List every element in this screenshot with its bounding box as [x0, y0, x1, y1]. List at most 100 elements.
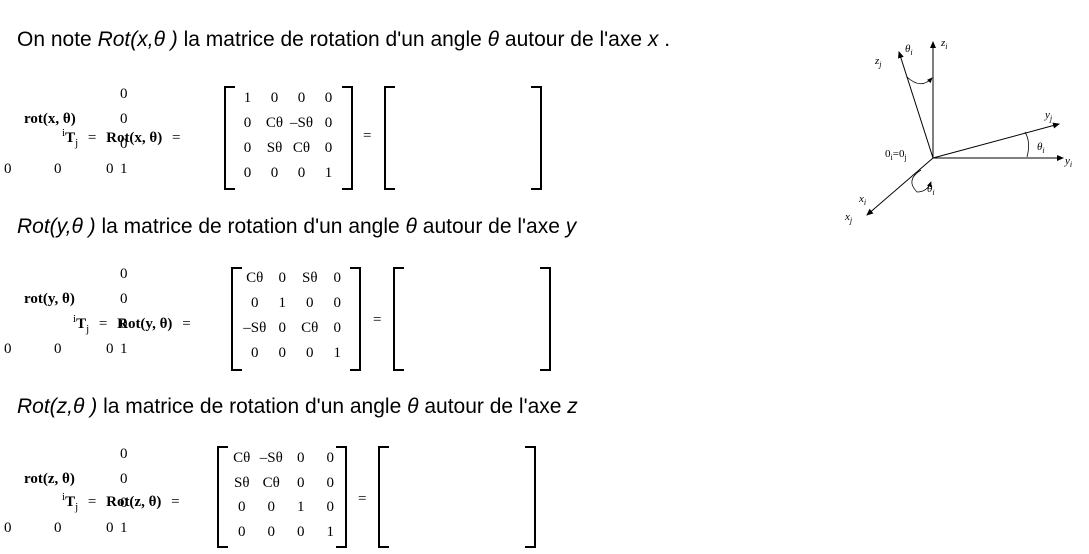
matrix-cells: Cθ 0 Sθ 0 0 1 0 0 –Sθ 0 Cθ 0 0 0 0 1	[241, 268, 351, 368]
matrix-cell: 0	[324, 115, 333, 131]
intro-rot: Rot(x,θ )	[97, 28, 178, 51]
block-bottom-cell: 0	[106, 341, 114, 357]
equals-sign: =	[363, 128, 372, 144]
matrix-cell: 0	[270, 90, 279, 106]
x-i-label: xi	[858, 193, 866, 207]
equals-sign: =	[358, 491, 367, 507]
block-left-bracket	[378, 446, 389, 548]
matrix-cell: 0	[267, 523, 276, 540]
matrix-cell: 0	[278, 345, 287, 361]
block-bottom-cell: 0	[106, 519, 114, 536]
matrix-cell: 1	[278, 295, 287, 311]
matrix-cell: 0	[324, 90, 333, 106]
rot-z-axis: z	[567, 395, 578, 418]
matrix-cell: 0	[306, 345, 314, 361]
rot-z-theta: θ	[407, 395, 419, 418]
matrix-cell: 1	[297, 499, 305, 515]
block-bottom-cell: 0	[54, 341, 62, 357]
block-column-cell: 0	[120, 266, 128, 282]
matrix-cell: 0	[238, 523, 246, 540]
matrix-cell: Cθ	[233, 450, 251, 466]
matrix-cell: 0	[297, 523, 305, 540]
z-j-label: zj	[874, 55, 882, 69]
lhs-sub: j	[75, 501, 79, 513]
equals-sign: =	[373, 312, 382, 328]
theta-arc-top	[906, 76, 933, 85]
rotation-axes-diagram: θi zi zj yj θi yi 0i=0j θi xi xj	[844, 37, 1072, 225]
block-bottom-cell: 0	[54, 519, 62, 536]
rot-y-line: Rot(y,θ ) la matrice de rotation d'un an…	[17, 216, 576, 237]
x-axis	[866, 157, 934, 216]
block-bottom-cell: 1	[120, 341, 128, 357]
matrix-cell: 0	[251, 345, 259, 361]
block-column-cell: 0	[120, 111, 128, 127]
matrix-cell: 1	[243, 90, 252, 106]
block-column-cell: 0	[120, 136, 128, 152]
theta-arc-right	[1024, 131, 1029, 158]
matrix-cell: 0	[333, 270, 342, 286]
block-right-bracket	[525, 446, 536, 548]
block-left-bracket	[384, 86, 395, 190]
matrix-cells: 1 0 0 0 0 Cθ –Sθ 0 0 Sθ Cθ 0 0 0 0 1	[234, 88, 342, 188]
equals-sign: =	[171, 494, 180, 510]
block-right-bracket	[540, 267, 551, 371]
matrix-cell: 0	[243, 115, 252, 131]
matrix-cell: 0	[297, 474, 305, 491]
rot-z-label: Rot(z,θ )	[17, 395, 98, 418]
matrix-cell: 0	[297, 450, 305, 466]
z-j-axis	[897, 51, 934, 159]
matrix-right-bracket	[342, 86, 353, 190]
matrix-cell: 0	[297, 165, 306, 181]
rot-y-label: Rot(y,θ )	[17, 215, 96, 238]
block-bottom-cell: 0	[106, 161, 114, 177]
block-left-bracket	[393, 267, 404, 371]
matrix-cell: Sθ	[266, 140, 283, 156]
rot-y-axis: y	[565, 215, 577, 238]
intro-theta: θ	[487, 28, 500, 51]
matrix-cell: 0	[270, 165, 279, 181]
rot-z-line: Rot(z,θ ) la matrice de rotation d'un an…	[17, 396, 578, 417]
block-column-cell: 0	[120, 86, 128, 102]
matrix-cell: 0	[297, 90, 306, 106]
matrix-cell: 0	[278, 320, 287, 336]
z-i-label: zi	[940, 37, 948, 51]
matrix-cell: 0	[324, 140, 333, 156]
matrix-cell: 0	[267, 499, 276, 515]
matrix-cell: 0	[306, 295, 314, 311]
rot-y-middle: la matrice de rotation d'un angle	[95, 215, 406, 238]
lhs-sub: j	[75, 137, 79, 149]
origin-label: 0i=0j	[885, 148, 907, 162]
block-column-cell: 0	[120, 495, 128, 511]
rotation-block-label: rot(x, θ)	[24, 111, 76, 127]
equation-rot-x: iTj = Rot(x, θ) = 1 0 0 0 0 Cθ –Sθ 0 0 Sθ Cθ 0 0 0 0 1 …	[0, 84, 560, 194]
equals-sign: =	[182, 316, 191, 332]
rot-label: Rot(z, θ)	[106, 494, 162, 510]
equation-lhs: iTj = Rot(y, θ) =	[73, 314, 191, 335]
matrix-right-bracket	[350, 267, 361, 371]
block-column-cell: 0	[120, 470, 128, 487]
matrix-cell: Cθ	[301, 320, 319, 336]
matrix-cell: Sθ	[301, 270, 318, 286]
rot-y-theta: θ	[405, 215, 417, 238]
equation-rot-y: iTj = Rot(y, θ) = Cθ 0 Sθ 0 0 1 0 0 –Sθ 0 Cθ 0 0 0 0 1 …	[0, 264, 560, 374]
rot-z-suffix: autour de l'axe	[418, 395, 568, 418]
matrix-cells: Cθ –Sθ 0 0 Sθ Cθ 0 0 0 0 1 0 0 0 0 1	[227, 448, 345, 546]
matrix-cell: 0	[333, 295, 342, 311]
lhs-T: T	[65, 494, 76, 510]
matrix-cell: 0	[243, 165, 252, 181]
theta-top-label: θi	[905, 43, 913, 57]
matrix-cell: 1	[324, 165, 333, 181]
lhs-sub: j	[86, 323, 90, 335]
matrix-cell: 0	[333, 320, 342, 336]
intro-prefix: On note	[17, 28, 98, 51]
matrix-cell: Sθ	[233, 474, 250, 491]
intro-axis: x	[647, 28, 659, 51]
equals-sign: =	[87, 130, 97, 146]
rotation-block-label: rot(z, θ)	[24, 470, 75, 487]
matrix-cell: –Sθ	[289, 115, 314, 131]
block-bottom-cell: 0	[4, 161, 12, 177]
intro-middle: la matrice de rotation d'un angle	[177, 28, 488, 51]
matrix-cell: –Sθ	[259, 450, 283, 466]
matrix-cell: Cθ	[265, 115, 284, 131]
intro-line: On note Rot(x,θ ) la matrice de rotation…	[17, 29, 670, 50]
